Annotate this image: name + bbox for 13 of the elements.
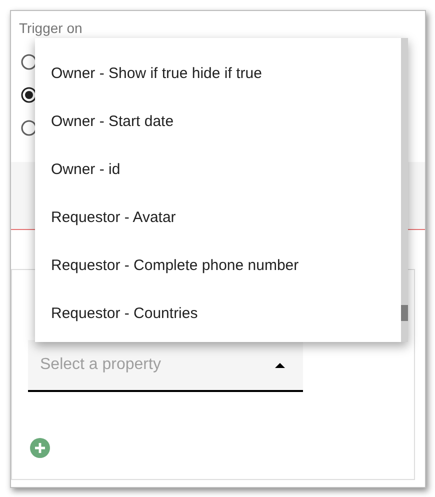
menu-item[interactable]: Requestor - Avatar bbox=[35, 194, 401, 242]
radio-button[interactable] bbox=[21, 87, 37, 103]
menu-item[interactable]: Owner - Start date bbox=[35, 98, 401, 146]
scrollbar[interactable] bbox=[401, 38, 408, 342]
add-icon[interactable] bbox=[30, 438, 50, 458]
caret-icon bbox=[275, 362, 285, 368]
section-label: Trigger on bbox=[19, 19, 84, 37]
radio-button[interactable] bbox=[21, 120, 37, 136]
menu-item[interactable]: Owner - Show if true hide if true bbox=[35, 50, 401, 98]
radio-button[interactable] bbox=[21, 54, 37, 70]
menu-item[interactable]: Requestor - Countries bbox=[35, 290, 401, 338]
menu-item[interactable]: Requestor - Complete phone number bbox=[35, 242, 401, 290]
menu-item[interactable]: Owner - id bbox=[35, 146, 401, 194]
